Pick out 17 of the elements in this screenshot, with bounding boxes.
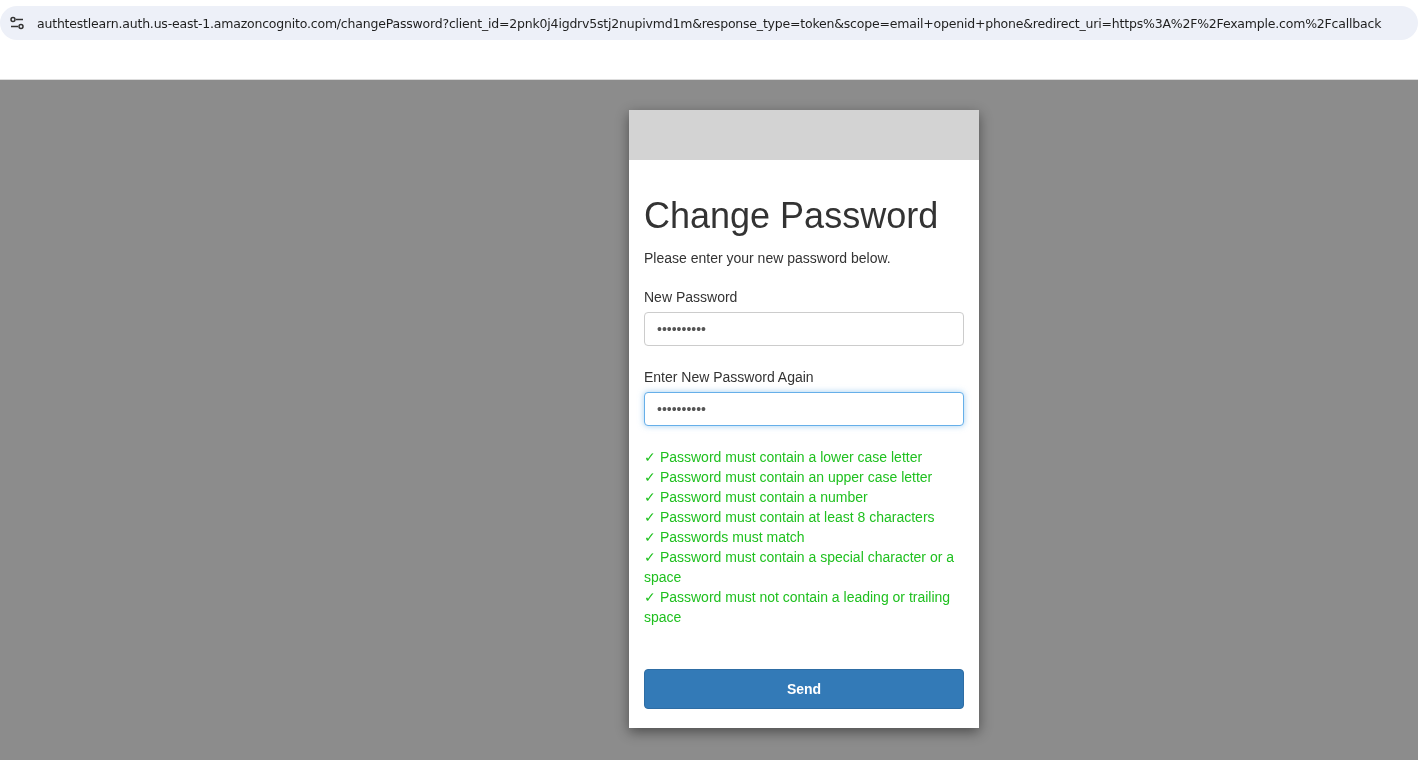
requirement-text: ✓ Password must contain a lower case letter xyxy=(644,448,923,467)
requirement-text: ✓ Passwords must match xyxy=(644,528,805,547)
page-title: Change Password xyxy=(644,196,939,236)
requirement-text: ✓ Password must contain an upper case letter xyxy=(644,468,933,487)
instruction-text: Please enter your new password below. xyxy=(644,250,891,266)
requirement-text: ✓ Password must not contain a leading or trailing space xyxy=(644,588,952,627)
password-field[interactable]: •••••••••• xyxy=(644,392,964,426)
address-bar[interactable]: authtestlearn.auth.us-east-1.amazoncognito.com/changePassword?client_id=2pnk0j4igdrv5stj2nupivmd1m&response_type=token&scope=email+openid+phone&redirect_uri=https%3A%2F%2Fexample.com%2Fcallback xyxy=(0,6,1418,40)
send-button[interactable]: Send xyxy=(644,669,964,709)
field-label: Enter New Password Again xyxy=(644,369,814,385)
field-label: New Password xyxy=(644,289,738,305)
requirement-text: ✓ Password must contain at least 8 characters xyxy=(644,508,935,527)
requirement-text: ✓ Password must contain a special character or a space xyxy=(644,548,956,587)
url-text: authtestlearn.auth.us-east-1.amazoncognito.com/changePassword?client_id=2pnk0j4igdrv5stj2nupivmd1m&response_type=token&scope=email+openid+phone&redirect_uri=https%3A%2F%2Fexample.com%2Fcallback xyxy=(37,15,1382,31)
requirement-text: ✓ Password must contain a number xyxy=(644,488,868,507)
password-field[interactable]: •••••••••• xyxy=(644,312,964,346)
site-settings-icon[interactable] xyxy=(9,15,25,31)
